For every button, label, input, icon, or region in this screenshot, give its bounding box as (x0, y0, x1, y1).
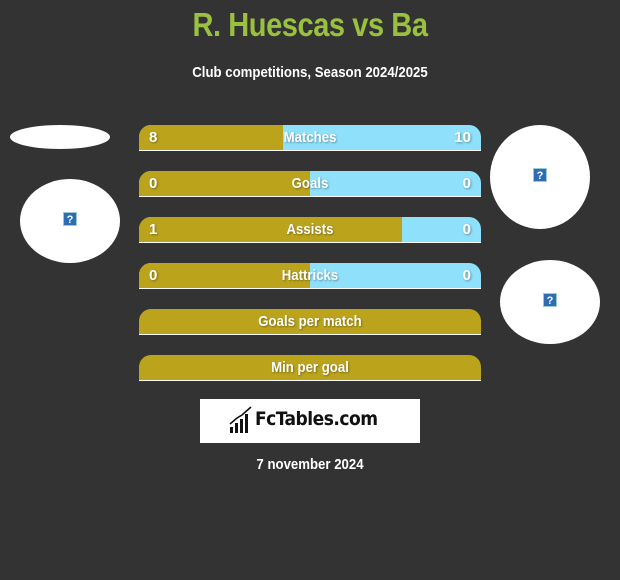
stat-label: Min per goal (271, 359, 349, 376)
stat-label: Assists (286, 221, 334, 238)
stat-label: Matches (283, 129, 337, 146)
stat-right-value: 10 (454, 129, 471, 146)
stat-bar-min-per-goal: Min per goal (139, 355, 481, 381)
stat-bar-goals: 0 Goals 0 (139, 171, 481, 197)
stat-right-value: 0 (462, 175, 471, 192)
left-player-flag (10, 125, 110, 149)
image-placeholder-icon: ? (63, 212, 77, 226)
stat-bar-hattricks: 0 Hattricks 0 (139, 263, 481, 289)
stat-bar-matches: 8 Matches 10 (139, 125, 481, 151)
image-placeholder-icon: ? (543, 293, 557, 307)
stat-left-value: 0 (149, 267, 158, 284)
stat-label: Goals (291, 175, 329, 192)
right-team-logo: ? (500, 260, 600, 344)
stat-bar-assists: 1 Assists 0 (139, 217, 481, 243)
fctables-logo[interactable]: FcTables.com (200, 399, 420, 443)
stat-left-value: 1 (149, 221, 158, 238)
brand-name: FcTables.com (255, 408, 378, 430)
stat-label: Goals per match (258, 313, 362, 330)
image-placeholder-icon: ? (533, 168, 547, 182)
bar-chart-icon (229, 406, 252, 433)
right-player-logo: ? (490, 125, 590, 229)
left-team-logo: ? (20, 179, 120, 263)
page-title: R. Huescas vs Ba (192, 6, 428, 43)
stat-right-value: 0 (462, 221, 471, 238)
stat-left-value: 8 (149, 129, 158, 146)
stat-label: Hattricks (281, 267, 339, 284)
match-date: 7 november 2024 (256, 456, 364, 473)
stat-left-value: 0 (149, 175, 158, 192)
stat-bar-goals-per-match: Goals per match (139, 309, 481, 335)
page-subtitle: Club competitions, Season 2024/2025 (192, 64, 428, 81)
stat-right-value: 0 (462, 267, 471, 284)
